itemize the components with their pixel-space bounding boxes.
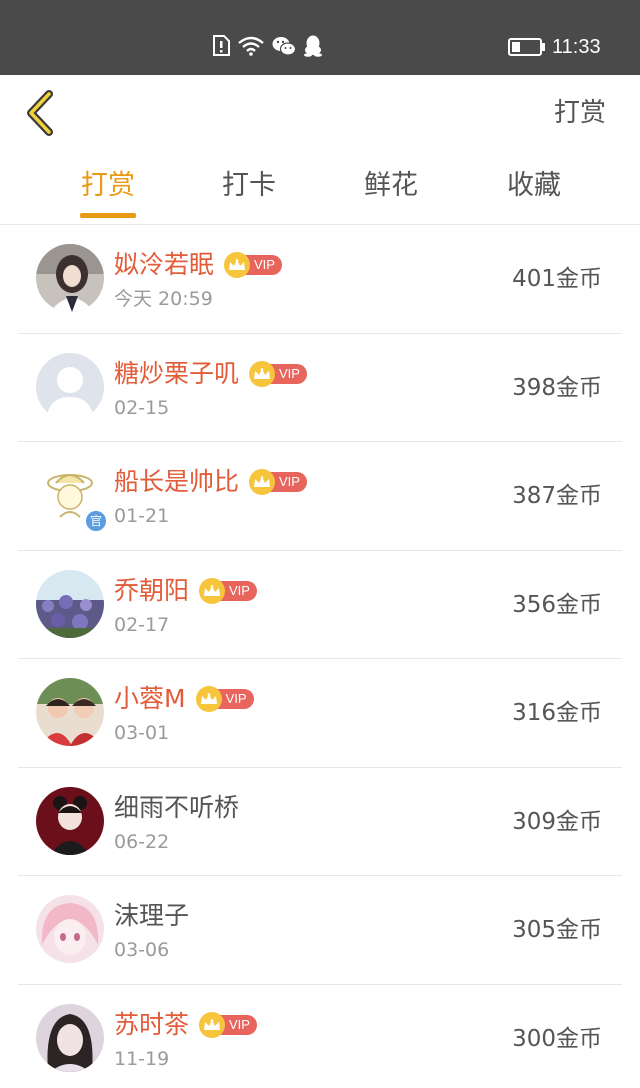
avatar[interactable] — [36, 1003, 104, 1072]
reward-date: 01-21 — [114, 505, 170, 527]
list-item[interactable]: 沫理子 03-06 305金币 — [18, 876, 622, 985]
reward-date: 02-15 — [114, 396, 170, 419]
vip-badge: VIP — [195, 686, 254, 712]
battery-icon — [508, 38, 546, 60]
name-line: 小蓉M VIP — [114, 681, 254, 717]
crown-icon — [224, 252, 251, 278]
reward-date: 03-01 — [114, 722, 170, 744]
reward-amount: 356金币 — [512, 591, 602, 618]
name-line: 沫理子 — [114, 898, 189, 934]
user-name[interactable]: 姒泠若眠 — [114, 248, 214, 282]
tab-checkin[interactable]: 打卡 — [194, 168, 304, 204]
reward-date: 今天 20:59 — [114, 288, 213, 310]
user-name[interactable]: 小蓉M — [114, 682, 186, 716]
user-name[interactable]: 糖炒栗子叽 — [114, 357, 239, 391]
reward-date: 02-17 — [114, 613, 170, 636]
name-line: 细雨不听桥 — [114, 790, 239, 826]
vip-badge: VIP — [249, 469, 307, 495]
page-title: 打赏 — [553, 98, 606, 128]
vip-badge: VIP — [249, 360, 307, 387]
reward-amount: 398金币 — [512, 374, 602, 401]
crown-icon — [199, 1011, 226, 1038]
wifi-icon — [238, 36, 264, 56]
name-line: 苏时茶 VIP — [114, 1007, 257, 1043]
vip-badge: VIP — [199, 1011, 257, 1038]
reward-date: 11-19 — [114, 1047, 170, 1070]
chevron-left-icon — [20, 90, 64, 141]
reward-amount: 401金币 — [512, 266, 602, 292]
user-name[interactable]: 细雨不听桥 — [114, 791, 239, 825]
avatar[interactable] — [36, 895, 104, 963]
vip-badge: VIP — [224, 252, 282, 278]
reward-list: 姒泠若眠 VIP 今天 20:59 401金币 糖炒栗子叽 VIP 02-15 … — [18, 225, 622, 1088]
crown-icon — [199, 577, 226, 604]
user-name[interactable]: 苏时茶 — [114, 1008, 189, 1042]
qq-penguin-icon — [304, 35, 322, 57]
list-item[interactable]: 细雨不听桥 06-22 309金币 — [18, 768, 622, 876]
name-line: 船长是帅比 VIP — [114, 464, 307, 500]
reward-amount: 309金币 — [512, 808, 602, 835]
avatar[interactable] — [36, 678, 104, 746]
wechat-icon — [272, 36, 296, 56]
vip-badge: VIP — [199, 577, 257, 604]
list-item[interactable]: 糖炒栗子叽 VIP 02-15 398金币 — [18, 334, 622, 442]
user-name[interactable]: 乔朝阳 — [114, 574, 189, 608]
reward-date: 03-06 — [114, 939, 170, 961]
tab-bar: 打赏 打卡 鲜花 收藏 — [0, 150, 640, 225]
avatar[interactable] — [36, 786, 104, 855]
status-icons — [212, 35, 322, 57]
status-bar: 11:33 — [0, 0, 640, 75]
name-line: 姒泠若眠 VIP — [114, 247, 282, 283]
list-item[interactable]: 苏时茶 VIP 11-19 300金币 — [18, 985, 622, 1088]
back-button[interactable] — [20, 89, 64, 137]
name-line: 糖炒栗子叽 VIP — [114, 356, 307, 392]
tab-flowers[interactable]: 鲜花 — [336, 168, 446, 204]
tab-reward[interactable]: 打赏 — [53, 168, 163, 204]
avatar[interactable] — [36, 569, 104, 638]
crown-icon — [249, 469, 276, 495]
active-tab-indicator — [80, 213, 136, 218]
reward-amount: 300金币 — [512, 1025, 602, 1052]
reward-amount: 316金币 — [512, 700, 602, 726]
official-badge: 官 — [84, 509, 108, 533]
crown-icon — [195, 686, 222, 712]
reward-amount: 387金币 — [512, 483, 602, 509]
nav-bar: 打赏 — [0, 75, 640, 150]
name-line: 乔朝阳 VIP — [114, 573, 257, 609]
reward-amount: 305金币 — [512, 917, 602, 943]
status-time: 11:33 — [552, 36, 601, 58]
list-item[interactable]: 小蓉M VIP 03-01 316金币 — [18, 659, 622, 768]
crown-icon — [249, 360, 276, 387]
sim-alert-icon — [212, 35, 230, 57]
list-item[interactable]: 乔朝阳 VIP 02-17 356金币 — [18, 551, 622, 659]
list-item[interactable]: 姒泠若眠 VIP 今天 20:59 401金币 — [18, 225, 622, 334]
reward-date: 06-22 — [114, 830, 170, 853]
list-item[interactable]: 官 船长是帅比 VIP 01-21 387金币 — [18, 442, 622, 551]
avatar[interactable] — [36, 244, 104, 312]
user-name[interactable]: 沫理子 — [114, 899, 189, 933]
tab-favorites[interactable]: 收藏 — [479, 168, 589, 204]
user-name[interactable]: 船长是帅比 — [114, 465, 239, 499]
avatar[interactable] — [36, 352, 104, 421]
